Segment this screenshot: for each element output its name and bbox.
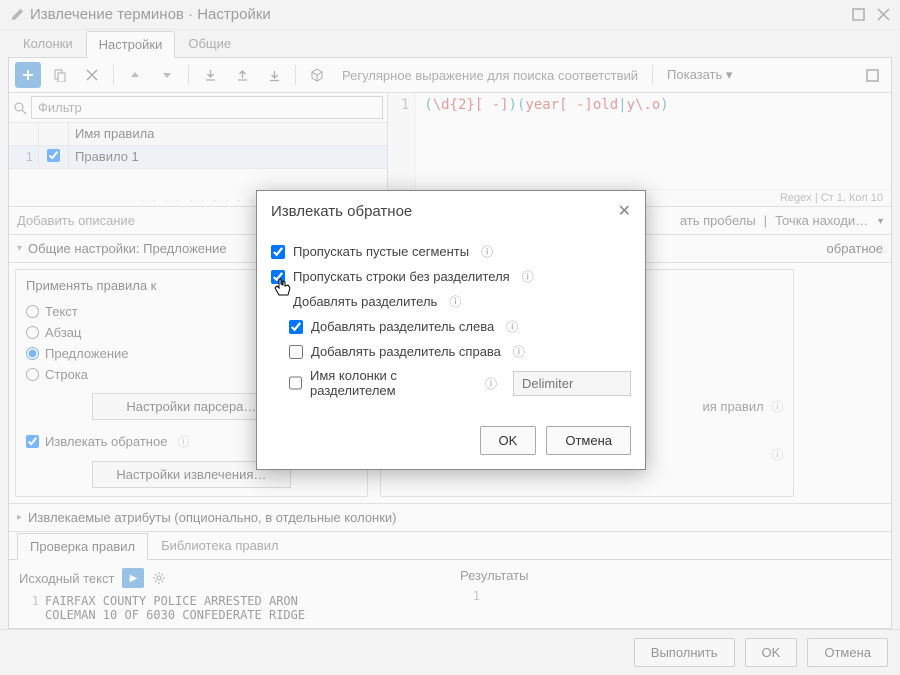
col-name-checkbox[interactable]: Имя колонки с разделителемⓘ <box>289 364 631 402</box>
info-icon: ⓘ <box>485 375 497 392</box>
extract-reverse-modal: Извлекать обратное ✕ Пропускать пустые с… <box>256 190 646 470</box>
info-icon: ⓘ <box>481 243 493 260</box>
modal-close-button[interactable]: ✕ <box>618 201 631 221</box>
modal-ok-button[interactable]: OK <box>480 426 537 455</box>
modal-title: Извлекать обратное <box>271 203 412 220</box>
modal-cancel-button[interactable]: Отмена <box>546 426 631 455</box>
info-icon: ⓘ <box>506 318 518 335</box>
skip-empty-checkbox[interactable]: Пропускать пустые сегментыⓘ <box>271 239 631 264</box>
add-delim-label: Добавлять разделительⓘ <box>271 289 631 314</box>
info-icon: ⓘ <box>449 293 461 310</box>
add-left-checkbox[interactable]: Добавлять разделитель слеваⓘ <box>289 314 631 339</box>
delimiter-input[interactable] <box>513 371 631 396</box>
add-right-checkbox[interactable]: Добавлять разделитель справаⓘ <box>289 339 631 364</box>
info-icon: ⓘ <box>522 268 534 285</box>
info-icon: ⓘ <box>513 343 525 360</box>
skip-nodelim-checkbox[interactable]: Пропускать строки без разделителяⓘ <box>271 264 631 289</box>
